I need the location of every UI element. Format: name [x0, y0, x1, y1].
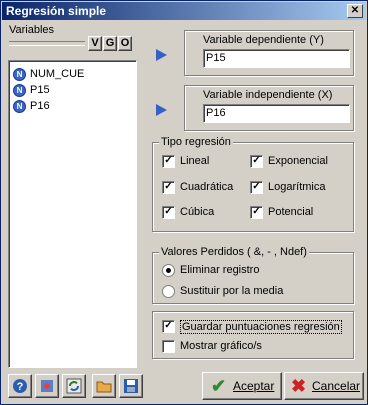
- cuadratica-checkbox[interactable]: ✓: [162, 181, 175, 194]
- settings-button[interactable]: [35, 374, 59, 398]
- open-folder-button[interactable]: [92, 374, 116, 398]
- accept-label: Aceptar: [233, 379, 275, 393]
- tipo-regresion-legend: Tipo regresión: [159, 136, 233, 148]
- dependent-label: Variable dependiente (Y): [203, 34, 324, 46]
- variables-filter-v-button[interactable]: V: [88, 36, 102, 51]
- numeric-variable-icon: N: [13, 100, 26, 113]
- valores-perdidos-legend: Valores Perdidos ( &, - , Ndef): [159, 246, 309, 258]
- close-button[interactable]: ✕: [347, 4, 363, 18]
- arrow-right-icon: [156, 104, 167, 116]
- potencial-label: Potencial: [268, 206, 314, 218]
- independent-field[interactable]: P16: [203, 104, 350, 123]
- folder-icon: [96, 381, 112, 393]
- close-icon: ✕: [350, 5, 360, 16]
- eliminar-registro-radio[interactable]: [162, 264, 175, 277]
- dependent-group: Variable dependiente (Y) P15: [184, 30, 354, 76]
- help-icon: ?: [13, 379, 27, 393]
- list-item[interactable]: N P16: [13, 99, 123, 113]
- guardar-puntuaciones-checkbox[interactable]: ✓: [162, 320, 175, 333]
- cancel-button[interactable]: ✖ Cancelar: [284, 372, 364, 400]
- variables-filter-o-button[interactable]: O: [118, 36, 132, 51]
- numeric-variable-icon: N: [13, 68, 26, 81]
- independent-label: Variable independiente (X): [203, 89, 333, 101]
- cancel-x-icon: ✖: [291, 376, 307, 396]
- dependent-field[interactable]: P15: [203, 49, 350, 68]
- lineal-label: Lineal: [180, 155, 210, 167]
- mostrar-grafico-label: Mostrar gráfico/s: [180, 340, 262, 352]
- accept-button[interactable]: ✔ Aceptar: [202, 372, 282, 400]
- sustituir-media-radio[interactable]: [162, 285, 175, 298]
- variables-filter-g-button[interactable]: G: [103, 36, 117, 51]
- tipo-regresion-group: Tipo regresión ✓ Lineal ✓ Exponencial ✓ …: [152, 136, 354, 232]
- exponencial-label: Exponencial: [268, 155, 328, 167]
- refresh-icon: [66, 378, 82, 394]
- window-title: Regresión simple: [6, 4, 107, 18]
- title-bar: Regresión simple ✕: [2, 2, 366, 20]
- mostrar-grafico-checkbox[interactable]: [162, 340, 175, 353]
- cubica-checkbox[interactable]: ✓: [162, 206, 175, 219]
- valores-perdidos-group: Valores Perdidos ( &, - , Ndef) Eliminar…: [152, 246, 354, 304]
- exponencial-checkbox[interactable]: ✓: [250, 155, 263, 168]
- eliminar-registro-label: Eliminar registro: [180, 264, 260, 276]
- list-item[interactable]: N P15: [13, 83, 123, 97]
- save-icon: [124, 379, 138, 393]
- variables-divider: [9, 41, 85, 46]
- variables-list[interactable]: N NUM_CUE N P15 N P16: [8, 60, 137, 368]
- sustituir-media-label: Sustituir por la media: [180, 285, 284, 297]
- numeric-variable-icon: N: [13, 84, 26, 97]
- cubica-label: Cúbica: [180, 206, 215, 218]
- move-to-independent-button[interactable]: [151, 100, 171, 120]
- help-button[interactable]: ?: [8, 374, 32, 398]
- list-item-label: P15: [30, 84, 50, 96]
- save-button[interactable]: [119, 374, 143, 398]
- refresh-button[interactable]: [62, 374, 86, 398]
- logaritmica-checkbox[interactable]: ✓: [250, 181, 263, 194]
- independent-group: Variable independiente (X) P16: [184, 85, 354, 131]
- settings-icon: [41, 380, 53, 392]
- checkmark-icon: ✔: [211, 376, 227, 396]
- regression-dialog: Regresión simple ✕ Variables V G O N NUM…: [0, 0, 368, 405]
- logaritmica-label: Logarítmica: [268, 181, 326, 193]
- cancel-label: Cancelar: [312, 379, 361, 393]
- list-item[interactable]: N NUM_CUE: [13, 67, 123, 81]
- list-item-label: NUM_CUE: [30, 68, 85, 80]
- lineal-checkbox[interactable]: ✓: [162, 155, 175, 168]
- svg-text:?: ?: [17, 381, 24, 393]
- potencial-checkbox[interactable]: ✓: [250, 206, 263, 219]
- arrow-right-icon: [156, 49, 167, 61]
- list-item-label: P16: [30, 100, 50, 112]
- variables-label: Variables: [9, 24, 55, 36]
- guardar-puntuaciones-label: Guardar puntuaciones regresión: [180, 320, 342, 334]
- extras-group: ✓ Guardar puntuaciones regresión Mostrar…: [152, 311, 354, 359]
- move-to-dependent-button[interactable]: [151, 45, 171, 65]
- cuadratica-label: Cuadrática: [180, 181, 234, 193]
